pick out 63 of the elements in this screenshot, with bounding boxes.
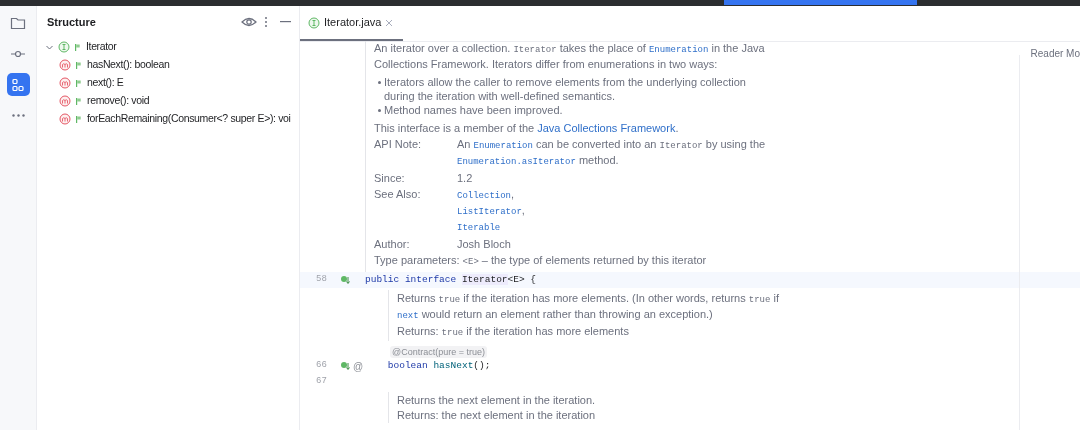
- tag-label: Returns:: [397, 408, 439, 422]
- link[interactable]: ListIterator: [457, 207, 522, 217]
- tag-value: Josh Bloch: [457, 237, 511, 251]
- code-line: public interface Iterator<E> {: [365, 272, 537, 287]
- public-icon: [75, 60, 82, 70]
- link[interactable]: Enumeration: [648, 45, 709, 55]
- more-icon: [11, 114, 25, 117]
- line-number: 67: [315, 375, 328, 389]
- line-number: 58: [315, 273, 328, 287]
- interface-icon: [308, 16, 320, 29]
- doc-paragraph: Method names have been improved.: [384, 103, 563, 117]
- public-icon: [75, 114, 82, 124]
- tag-value: <E> – the type of elements returned by this iterator: [462, 253, 707, 269]
- tag-value: true if the iteration has more elements: [441, 324, 629, 340]
- public-icon: [75, 96, 82, 106]
- tag-value: 1.2: [457, 171, 473, 185]
- annotation-marker[interactable]: @: [353, 358, 364, 374]
- tag-label: Since:: [374, 171, 406, 185]
- implemented-icon[interactable]: [340, 361, 350, 371]
- bullet-icon: [378, 109, 381, 112]
- link[interactable]: Iterable: [457, 223, 501, 233]
- tree-item[interactable]: forEachRemaining(Consumer<? super E>): voi: [87, 111, 291, 127]
- public-icon: [74, 42, 81, 52]
- line-number: 66: [315, 359, 328, 373]
- tag-label: Author:: [374, 237, 411, 251]
- doc-paragraph: An iterator over a collection. Iterator takes the place of Enumeration in the Java Collections Framework. Iterators differ from enumerations in two ways:: [374, 41, 766, 71]
- interface-icon: [58, 41, 70, 53]
- implemented-icon[interactable]: [340, 275, 350, 285]
- structure-icon: [10, 76, 26, 93]
- doc-paragraph: This interface is a member of the Java Collections Framework.: [374, 121, 680, 135]
- editor-tab[interactable]: Iterator.java: [300, 6, 404, 41]
- tree-item[interactable]: next(): E: [87, 75, 124, 91]
- doc-paragraph: Iterators allow the caller to remove elements from the underlying collection during the iteration with well-defined semantics.: [384, 75, 746, 103]
- minimize-icon[interactable]: [280, 21, 291, 23]
- link[interactable]: next: [397, 311, 419, 321]
- method-icon: [59, 113, 71, 125]
- tag-label: See Also:: [374, 187, 422, 202]
- tool-window-button[interactable]: [6, 73, 30, 96]
- more-options-icon[interactable]: [264, 16, 268, 28]
- bullet-icon: [378, 81, 381, 84]
- tag-value: the next element in the iteration: [441, 408, 596, 422]
- public-icon: [75, 78, 82, 88]
- code-line: boolean hasNext();: [386, 358, 491, 373]
- doc-paragraph: Returns the next element in the iteration.: [397, 393, 596, 407]
- doc-paragraph: Returns true if the iteration has more elements. (In other words, returns true if next would return an element rather than throwing an exception.): [397, 291, 779, 323]
- panel-title: Structure: [47, 14, 96, 30]
- method-icon: [59, 77, 71, 89]
- tag-label: Returns:: [397, 324, 439, 339]
- tag-label: API Note:: [374, 137, 423, 152]
- eye-icon[interactable]: [241, 16, 257, 28]
- tree-item[interactable]: Iterator: [86, 39, 117, 55]
- link[interactable]: Collection: [457, 191, 511, 201]
- link[interactable]: Enumeration: [473, 141, 533, 151]
- tag-label: Type parameters:: [374, 253, 461, 268]
- tag-value: An Enumeration can be converted into an Iterator by using the Enumeration.asIterator method.: [457, 137, 766, 169]
- method-icon: [59, 95, 71, 107]
- method-icon: [59, 59, 71, 71]
- reader-mode-link[interactable]: Reader Mo: [1030, 46, 1080, 61]
- close-icon[interactable]: [385, 18, 394, 27]
- tree-item[interactable]: remove(): void: [87, 93, 150, 109]
- annotation-hint: @Contract(pure = true): [390, 346, 487, 358]
- link[interactable]: Enumeration.asIterator: [457, 157, 576, 167]
- tree-item[interactable]: hasNext(): boolean: [87, 57, 170, 73]
